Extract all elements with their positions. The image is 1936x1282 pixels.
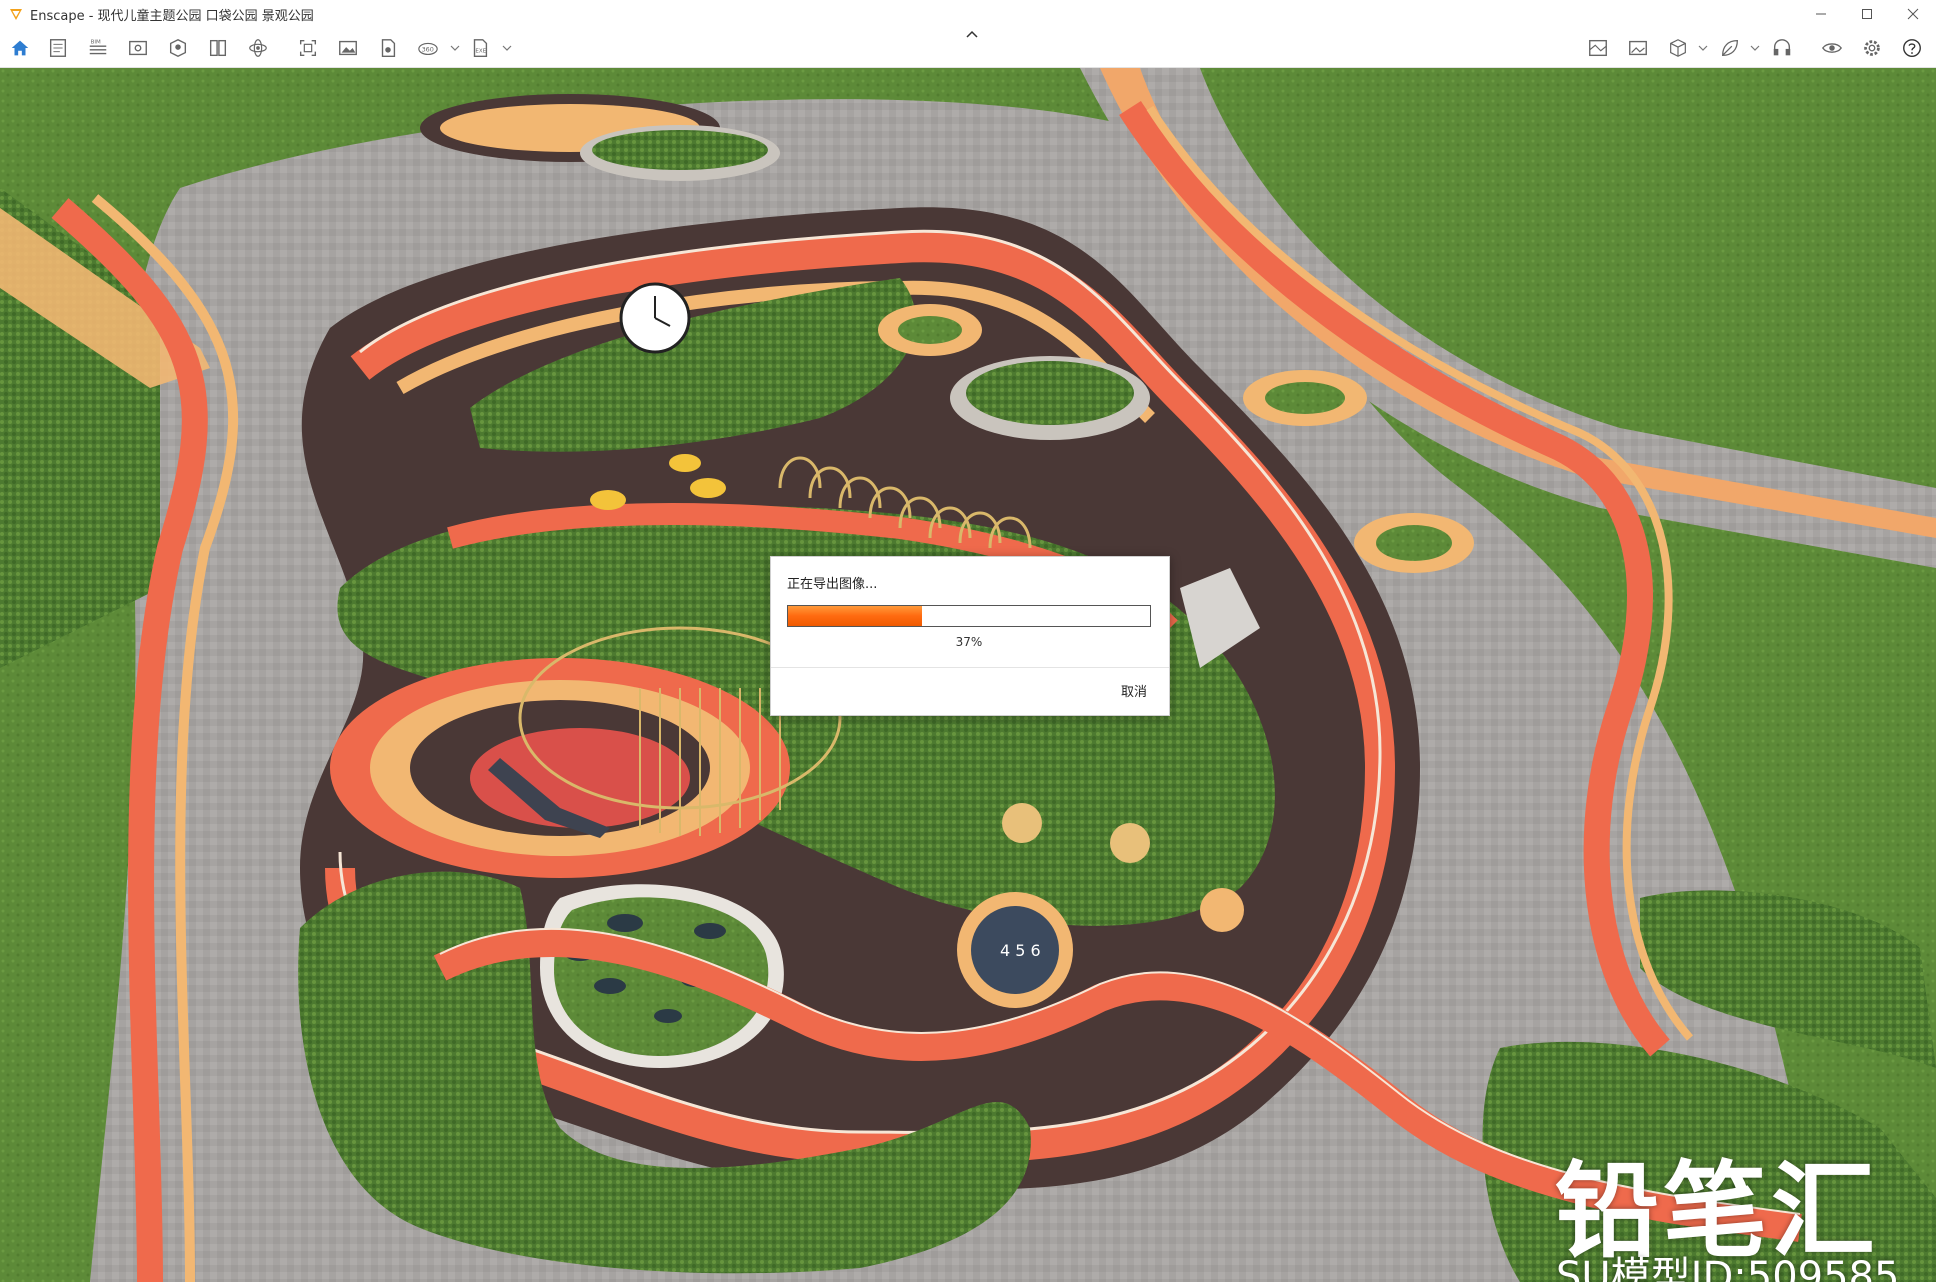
gallery-button[interactable] <box>1624 34 1652 62</box>
help-icon <box>1903 39 1921 57</box>
asset-library-icon <box>169 38 187 58</box>
eye-button[interactable] <box>1818 34 1846 62</box>
image-button[interactable] <box>334 34 362 62</box>
asset-library-button[interactable] <box>164 34 192 62</box>
maximize-button[interactable] <box>1844 0 1890 28</box>
svg-text:BIM: BIM <box>91 39 101 45</box>
image-icon <box>339 40 357 56</box>
settings-button[interactable] <box>1858 34 1886 62</box>
cube-icon <box>1670 39 1686 57</box>
cancel-button[interactable]: 取消 <box>1121 681 1147 700</box>
render-button[interactable] <box>374 34 402 62</box>
headset-button[interactable] <box>1768 34 1796 62</box>
enscape-logo-icon <box>10 9 22 20</box>
cube-button[interactable] <box>1664 34 1692 62</box>
dialog-title: 正在导出图像... <box>787 577 878 592</box>
panorama-icon: 360 <box>418 42 438 56</box>
svg-text:EXE: EXE <box>475 49 486 55</box>
settings-icon <box>1864 40 1880 56</box>
atom-button[interactable] <box>244 34 272 62</box>
eye-icon <box>1822 43 1842 53</box>
export-progress-bar <box>787 605 1151 627</box>
svg-text:360: 360 <box>422 46 434 54</box>
book-button[interactable] <box>204 34 232 62</box>
export-exe-button[interactable]: EXE <box>466 34 494 62</box>
gallery-icon <box>1629 40 1647 56</box>
bim-icon: BIM <box>89 39 107 55</box>
collapse-toolbar-button[interactable] <box>960 28 984 40</box>
chevron-up-icon <box>966 30 978 38</box>
minimize-icon <box>1816 13 1826 15</box>
book-icon <box>209 39 227 57</box>
view-icon <box>129 40 147 56</box>
headset-icon <box>1773 39 1791 56</box>
chevron-down-icon[interactable] <box>502 44 512 52</box>
enscape-window: Enscape - 现代儿童主题公园 口袋公园 景观公园 BIM 360 EXE… <box>0 0 1936 1282</box>
help-button[interactable] <box>1898 34 1926 62</box>
maximize-icon <box>1862 9 1872 19</box>
document-icon <box>49 39 67 57</box>
title-bar: Enscape - 现代儿童主题公园 口袋公园 景观公园 <box>0 0 1936 28</box>
window-title: Enscape - 现代儿童主题公园 口袋公园 景观公园 <box>30 8 314 24</box>
capture-icon <box>299 39 317 57</box>
dialog-divider <box>771 667 1169 668</box>
svg-text:4 5 6: 4 5 6 <box>1000 941 1041 960</box>
window-controls <box>1798 0 1936 28</box>
capture-button[interactable] <box>294 34 322 62</box>
home-icon <box>11 40 29 56</box>
close-icon <box>1907 8 1919 20</box>
progress-percentage: 37% <box>955 635 983 649</box>
map-icon <box>1589 39 1607 57</box>
map-button[interactable] <box>1584 34 1612 62</box>
chevron-down-icon[interactable] <box>1698 44 1708 52</box>
chevron-down-icon[interactable] <box>450 44 460 52</box>
atom-icon <box>249 39 267 57</box>
progress-fill <box>788 606 922 626</box>
home-button[interactable] <box>6 34 34 62</box>
export-progress-dialog: 正在导出图像... 37% 取消 <box>770 556 1170 716</box>
minimize-button[interactable] <box>1798 0 1844 28</box>
watermark-model-id: SU模型ID:509585 <box>1556 1254 1900 1282</box>
chevron-down-icon[interactable] <box>1750 44 1760 52</box>
bim-button[interactable]: BIM <box>84 34 112 62</box>
leaf-button[interactable] <box>1716 34 1744 62</box>
close-button[interactable] <box>1890 0 1936 28</box>
render-icon <box>381 39 396 57</box>
export-exe-icon: EXE <box>473 39 488 57</box>
panorama-button[interactable]: 360 <box>414 34 442 62</box>
document-button[interactable] <box>44 34 72 62</box>
leaf-icon <box>1722 40 1738 56</box>
view-button[interactable] <box>124 34 152 62</box>
